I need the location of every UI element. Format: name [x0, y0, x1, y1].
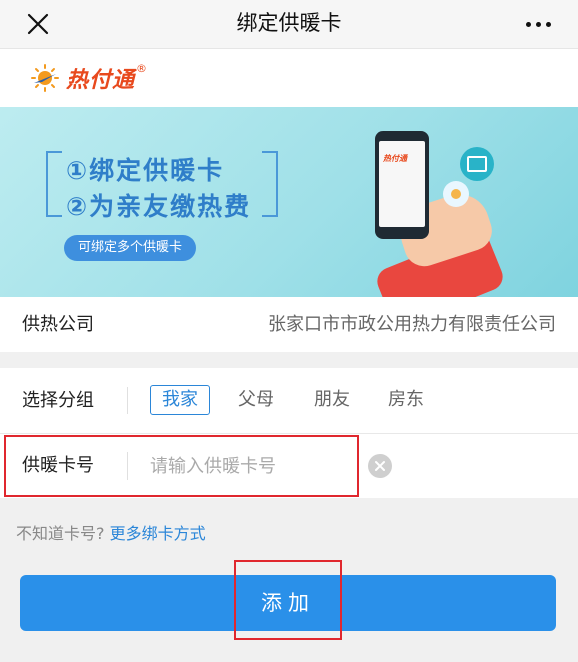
- more-bind-methods-link[interactable]: 更多绑卡方式: [110, 524, 206, 543]
- brand-name: 热付通: [66, 68, 136, 93]
- brand-strip: 热付通 ®: [0, 49, 578, 107]
- banner-pill: 可绑定多个供暖卡: [64, 235, 197, 261]
- close-icon[interactable]: [18, 5, 58, 43]
- card-number-label: 供暖卡号: [22, 455, 94, 476]
- sun-plane-icon: [31, 64, 59, 92]
- company-value: 张家口市市政公用热力有限责任公司: [268, 314, 556, 335]
- add-button[interactable]: 添加: [20, 575, 556, 631]
- promo-banner: ①绑定供暖卡 ②为亲友缴热费 可绑定多个供暖卡 热付通: [0, 107, 578, 297]
- group-option-home[interactable]: 我家: [150, 385, 210, 415]
- phone-logo: 热付通: [383, 154, 407, 163]
- group-label: 选择分组: [22, 390, 94, 411]
- brand-logo: 热付通 ®: [30, 61, 147, 95]
- card-icon: [460, 147, 494, 181]
- registered-mark: ®: [136, 61, 148, 75]
- banner-line-2: ②为亲友缴热费: [66, 192, 252, 221]
- hint-text: 不知道卡号?: [16, 524, 105, 543]
- company-label: 供热公司: [22, 314, 94, 335]
- more-options-icon[interactable]: [516, 10, 560, 38]
- top-bar: 绑定供暖卡: [0, 0, 578, 49]
- group-option-landlord[interactable]: 房东: [376, 385, 436, 415]
- banner-bracket-left: [46, 151, 62, 217]
- divider: [127, 452, 128, 480]
- hint-line: 不知道卡号? 更多绑卡方式: [16, 520, 206, 544]
- banner-line-1: ①绑定供暖卡: [66, 156, 225, 185]
- phone-illustration: 热付通: [375, 131, 429, 239]
- group-option-friends[interactable]: 朋友: [302, 385, 362, 415]
- group-row: 选择分组 我家 父母 朋友 房东: [0, 368, 578, 434]
- card-number-row: 供暖卡号: [0, 434, 578, 498]
- banner-bracket-right: [262, 151, 278, 217]
- company-row: 供热公司 张家口市市政公用热力有限责任公司: [0, 297, 578, 352]
- page-title: 绑定供暖卡: [236, 11, 342, 35]
- divider: [127, 387, 128, 414]
- clear-input-icon[interactable]: [368, 454, 392, 478]
- user-icon: [443, 181, 469, 207]
- card-number-input[interactable]: [150, 448, 350, 484]
- group-option-parents[interactable]: 父母: [226, 385, 286, 415]
